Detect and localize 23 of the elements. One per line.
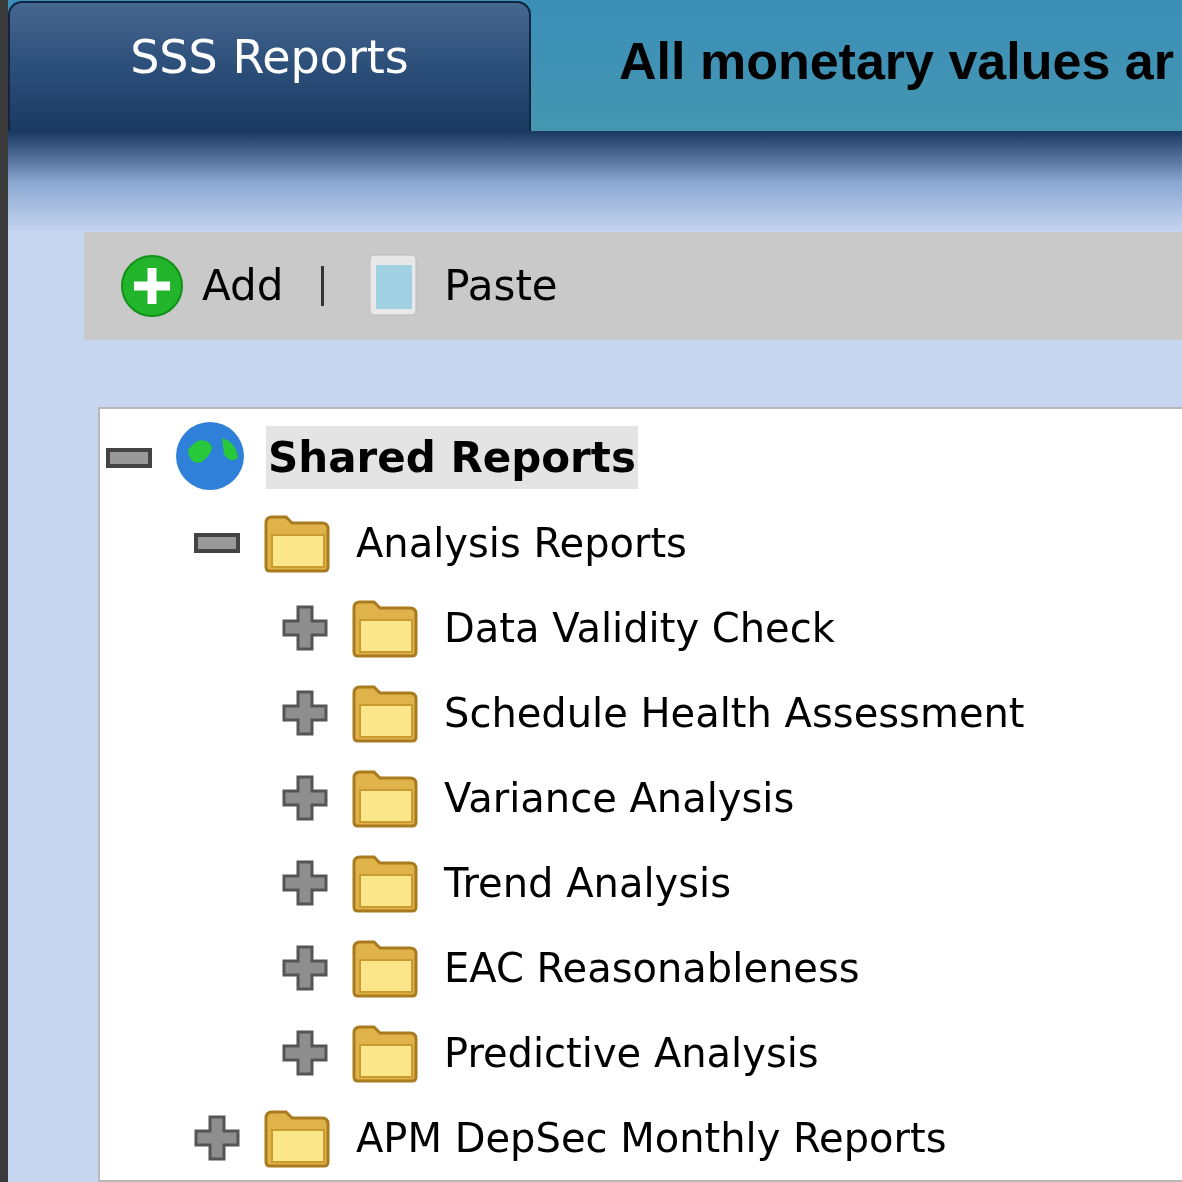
tree-item[interactable]: Data Validity Check bbox=[442, 597, 837, 658]
tree-item[interactable]: Predictive Analysis bbox=[442, 1022, 821, 1083]
expand-icon[interactable] bbox=[280, 774, 330, 821]
tree-item[interactable]: Trend Analysis bbox=[442, 852, 733, 913]
expand-icon[interactable] bbox=[280, 859, 330, 906]
notice-text: All monetary values ar bbox=[619, 30, 1174, 92]
tree-item[interactable]: Variance Analysis bbox=[442, 767, 797, 828]
paste-button[interactable]: Paste bbox=[362, 250, 558, 321]
collapse-icon[interactable] bbox=[104, 447, 154, 468]
tree-item[interactable]: Shared Reports bbox=[266, 426, 638, 489]
tree-item[interactable]: Analysis Reports bbox=[354, 512, 689, 573]
collapse-icon[interactable] bbox=[192, 532, 242, 553]
expand-icon[interactable] bbox=[280, 604, 330, 651]
expand-icon[interactable] bbox=[192, 1114, 242, 1161]
plus-icon bbox=[120, 253, 184, 318]
tree-item[interactable]: Schedule Health Assessment bbox=[442, 682, 1027, 743]
tree-item[interactable]: APM DepSec Monthly Reports bbox=[354, 1107, 949, 1168]
expand-icon[interactable] bbox=[280, 689, 330, 736]
tab[interactable]: SSS Reports bbox=[8, 1, 531, 132]
add-button[interactable]: Add bbox=[120, 253, 284, 318]
expand-icon[interactable] bbox=[280, 944, 330, 991]
expand-icon[interactable] bbox=[280, 1029, 330, 1076]
tree-item[interactable]: EAC Reasonableness bbox=[442, 937, 862, 998]
